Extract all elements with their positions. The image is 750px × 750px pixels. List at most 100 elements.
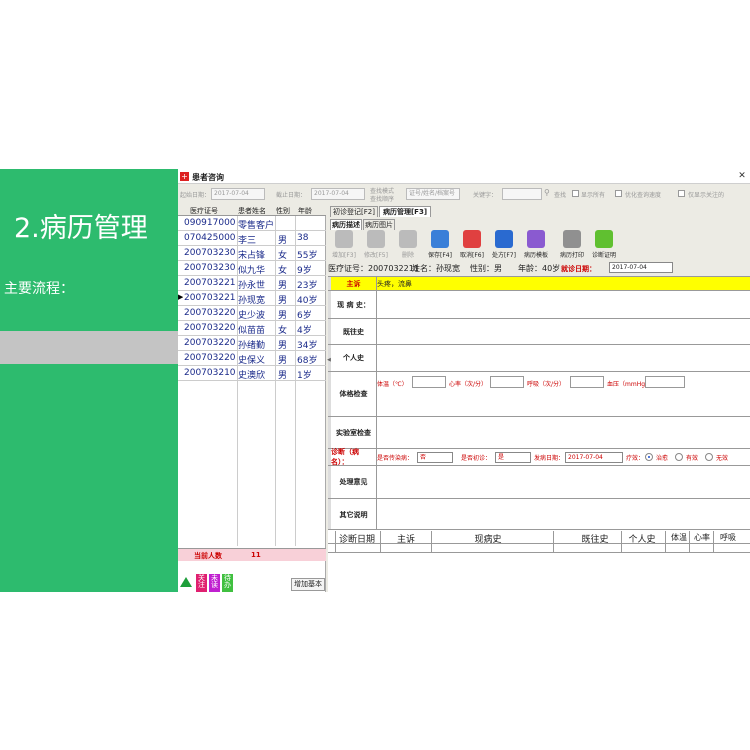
save-record-button[interactable]: 保存[F4] (424, 230, 456, 260)
grid-col-temp[interactable]: 体温 (669, 532, 689, 543)
present-illness-field[interactable] (377, 291, 750, 318)
complaint-label: 主诉 (331, 277, 377, 290)
keyword-input[interactable] (502, 188, 542, 200)
add-basic-button[interactable]: 增加基本 (291, 578, 325, 591)
temperature-input[interactable] (412, 376, 446, 388)
cell-name: 李三 (238, 236, 257, 246)
edit-record-button[interactable]: 修改[F5] (360, 230, 392, 260)
unread-button[interactable]: 未读 (209, 574, 220, 592)
close-icon[interactable]: ✕ (737, 171, 747, 181)
patient-name: 姓名：孙现宽 (412, 264, 460, 273)
cell-id: 2007032206 (184, 323, 236, 333)
treatment-field[interactable] (377, 466, 750, 498)
table-row[interactable]: 2007032203 孙绪勤 男 34岁 (178, 336, 326, 351)
col-age[interactable]: 年龄 (298, 206, 312, 216)
count-label: 当前人数 (194, 552, 222, 560)
cell-age: 9岁 (297, 266, 312, 276)
search-mode-select[interactable]: 证号/姓名/档案号 (406, 188, 460, 200)
optimize-checkbox[interactable] (615, 190, 622, 197)
diagnosis-label: 诊断（病名）： (331, 448, 377, 466)
respiration-input[interactable] (570, 376, 604, 388)
other-notes-row: 其它说明 (328, 499, 750, 530)
first-visit-select[interactable]: 是 (495, 452, 531, 463)
main-tabs: 初诊登记[F2] 病历管理[F3] (328, 205, 750, 217)
delete-record-button[interactable]: 删除 (392, 230, 424, 260)
effect-cure-radio[interactable] (645, 453, 653, 461)
patient-count-bar: 当前人数 11 (178, 548, 326, 561)
cell-sex: 男 (278, 371, 288, 381)
tab-record-management[interactable]: 病历管理[F3] (379, 206, 431, 217)
slide-title: 2.病历管理 (14, 213, 148, 244)
effect-label: 疗效： (626, 455, 645, 462)
visit-date-field[interactable]: 2017-07-04 (609, 262, 673, 273)
prescription-icon (495, 230, 513, 248)
tab-first-visit[interactable]: 初诊登记[F2] (330, 206, 378, 217)
follow-button[interactable]: 关注 (196, 574, 207, 592)
todo-button[interactable]: 待办 (222, 574, 233, 592)
diagnosis-certificate-button[interactable]: 诊断证明 (588, 230, 620, 260)
cell-name: 零售客户 (238, 221, 274, 231)
binoculars-icon[interactable]: ⚲ (544, 188, 550, 197)
patient-sex: 性别：男 (470, 264, 502, 273)
up-arrow-icon[interactable] (180, 577, 192, 587)
cell-id: 2007032304 (184, 248, 236, 258)
cell-sex: 女 (278, 326, 288, 336)
col-sex[interactable]: 性别 (276, 206, 290, 216)
record-toolbar: 增加[F3] 修改[F5] 删除 保存[F4] 取消[F6] 处方[F7] 病历… (328, 229, 750, 262)
infectious-select[interactable]: 否 (417, 452, 453, 463)
grid-col-pulse[interactable]: 心率 (692, 532, 712, 543)
only-followed-checkbox[interactable] (678, 190, 685, 197)
patient-consult-window: + 患者咨询 ✕ 起始日期： 2017-07-04 截止日期： 2017-07-… (178, 169, 750, 592)
complaint-field[interactable]: 头疼，流鼻 (377, 277, 750, 290)
template-icon (527, 230, 545, 248)
cancel-record-button[interactable]: 取消[F6] (456, 230, 488, 260)
start-date-field[interactable]: 2017-07-04 (211, 188, 265, 200)
past-history-label: 既往史 (331, 319, 377, 344)
find-button[interactable]: 查找 (554, 190, 566, 199)
cell-name: 孙永世 (238, 281, 266, 291)
physical-exam-row: 体格检查 体温（℃） 心率（次/分） 呼吸（次/分） 血压（mmHg） (328, 372, 750, 417)
cell-id: 0909170000 (184, 218, 236, 228)
record-template-button[interactable]: 病历模板 (520, 230, 552, 260)
table-row[interactable]: 2007032206 似苗苗 女 4岁 (178, 321, 326, 336)
effect-none-radio[interactable] (705, 453, 713, 461)
table-row[interactable]: ▶ 2007032211 孙现宽 男 40岁 (178, 291, 326, 306)
record-print-button[interactable]: 病历打印 (556, 230, 588, 260)
table-row[interactable]: 0909170000 零售客户 (178, 216, 326, 231)
onset-date-field[interactable]: 2017-07-04 (565, 452, 623, 463)
treatment-label: 处理意见 (331, 466, 377, 498)
certificate-icon (595, 230, 613, 248)
table-row[interactable]: 2007032304 宋占锋 女 55岁 (178, 246, 326, 261)
table-row[interactable]: 2007032101 史澳欣 男 1岁 (178, 366, 326, 381)
past-history-field[interactable] (377, 319, 750, 344)
table-row[interactable]: 0704250001 李三 男 38 (178, 231, 326, 246)
cell-sex: 女 (278, 266, 288, 276)
effect-none-label: 无效 (716, 455, 729, 462)
table-row[interactable]: 2007032209 史少波 男 6岁 (178, 306, 326, 321)
add-record-button[interactable]: 增加[F3] (328, 230, 360, 260)
patient-list-pane: 医疗证号 患者姓名 性别 年龄 0909170000 零售客户 0704250001… (178, 205, 326, 592)
cell-id: 2007032203 (184, 338, 236, 348)
other-notes-label: 其它说明 (331, 499, 377, 530)
cell-name: 史保义 (238, 356, 266, 366)
table-row[interactable]: 2007032201 史保义 男 68岁 (178, 351, 326, 366)
other-notes-field[interactable] (377, 499, 750, 530)
personal-history-field[interactable] (377, 345, 750, 371)
end-date-field[interactable]: 2017-07-04 (311, 188, 365, 200)
blood-pressure-input[interactable] (645, 376, 685, 388)
lab-exam-field[interactable] (377, 417, 750, 448)
effect-good-radio[interactable] (675, 453, 683, 461)
show-all-checkbox[interactable] (572, 190, 579, 197)
selected-row-marker: ▶ (178, 293, 184, 301)
patient-id: 医疗证号：2007032211 (328, 264, 419, 273)
cell-name: 孙现宽 (238, 296, 266, 306)
col-id[interactable]: 医疗证号 (190, 206, 218, 216)
history-grid-row[interactable] (328, 544, 750, 553)
pulse-input[interactable] (490, 376, 524, 388)
grid-col-resp[interactable]: 呼吸 (718, 532, 738, 543)
table-row[interactable]: 2007032212 孙永世 男 23岁 (178, 276, 326, 291)
prescription-button[interactable]: 处方[F7] (488, 230, 520, 260)
col-name[interactable]: 患者姓名 (238, 206, 266, 216)
table-row[interactable]: 2007032307 似九华 女 9岁 (178, 261, 326, 276)
physical-exam-label: 体格检查 (331, 372, 377, 416)
